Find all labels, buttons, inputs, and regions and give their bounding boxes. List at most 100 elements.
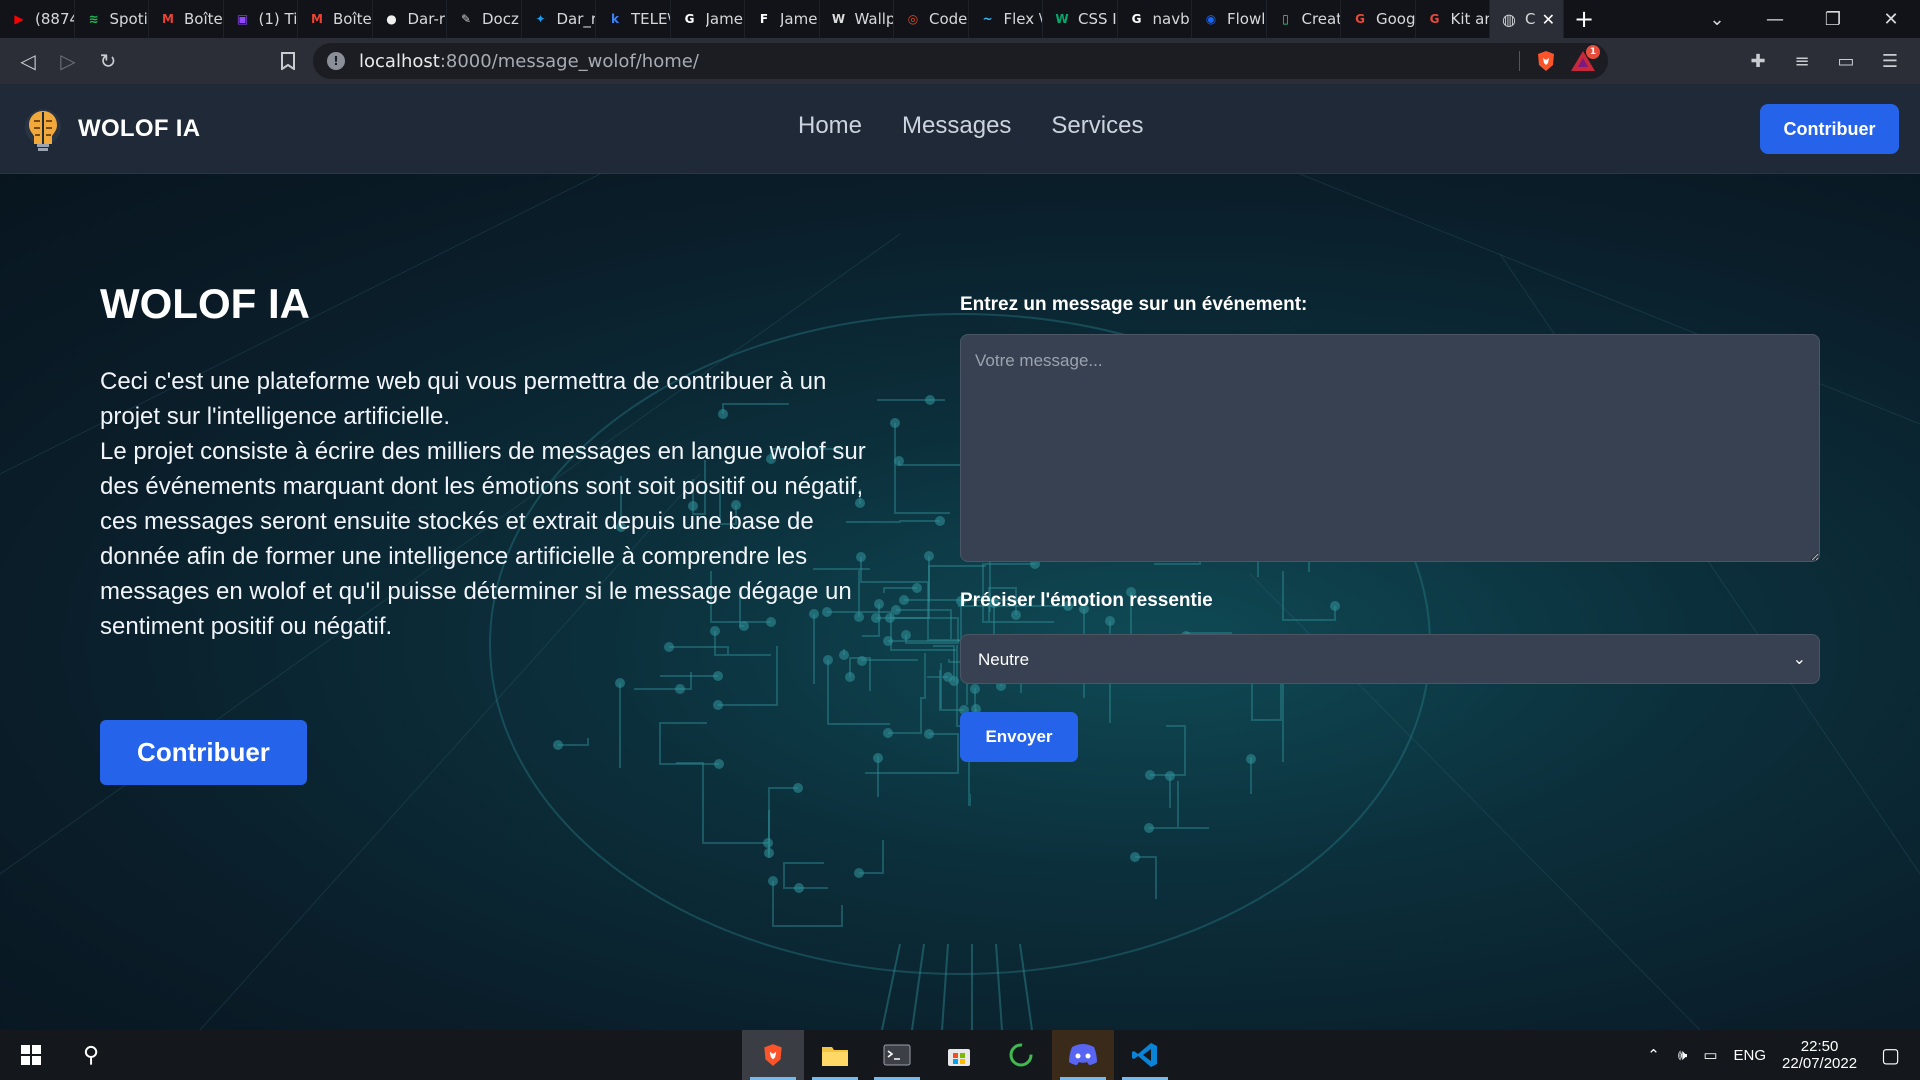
divider — [1519, 51, 1520, 71]
volume-icon[interactable]: 🕪 — [1678, 1047, 1687, 1064]
site-info-icon[interactable]: ! — [327, 52, 345, 70]
brand[interactable]: WOLOF IA — [22, 106, 200, 152]
taskbar-apps — [742, 1030, 1176, 1080]
wallet-icon[interactable]: ▭ — [1826, 41, 1866, 81]
tab-7[interactable]: ✦ Dar_r — [522, 0, 596, 38]
hero-description-text: Le projet consiste à écrire des milliers… — [100, 438, 866, 640]
bookmark-icon[interactable] — [268, 41, 308, 81]
clock[interactable]: 22:50 22/07/2022 — [1782, 1038, 1857, 1072]
tab-title: navb — [1152, 10, 1190, 28]
clock-date: 22/07/2022 — [1782, 1055, 1858, 1072]
minimize-button[interactable]: — — [1746, 9, 1804, 30]
tab-title: Creat — [1301, 10, 1341, 28]
tab-title: Jame — [780, 10, 818, 28]
grammarly-icon: G — [1429, 12, 1440, 26]
tab-6[interactable]: ✎ Docz — [447, 0, 522, 38]
reload-button[interactable]: ↻ — [88, 41, 128, 81]
w-icon: W — [831, 12, 846, 26]
windows-taskbar: ⚲ ⌃ 🕪 ▭ ENG 22:50 22/07/2022 ▢ — [0, 1030, 1920, 1080]
grammarly-icon: G — [1355, 12, 1365, 26]
menu-icon[interactable]: ☰ — [1870, 41, 1910, 81]
nav-messages[interactable]: Messages — [902, 112, 1011, 140]
tab-title: Goog — [1376, 10, 1415, 28]
tab-active[interactable]: ◍ C ✕ — [1490, 0, 1564, 38]
twitter-icon: ✦ — [535, 12, 546, 26]
tab-0[interactable]: ▶ (8874 — [0, 0, 75, 38]
restore-button[interactable]: ❐ — [1804, 9, 1862, 30]
system-tray: ⌃ 🕪 ▭ ENG 22:50 22/07/2022 ▢ — [1647, 1030, 1920, 1080]
tab-1[interactable]: ≋ Spoti — [75, 0, 149, 38]
twitch-icon: ▣ — [236, 12, 249, 26]
extensions-icon[interactable]: ✚ — [1738, 41, 1778, 81]
docz-icon: ✎ — [460, 12, 472, 26]
chevron-up-icon[interactable]: ⌃ — [1647, 1046, 1660, 1064]
forward-button[interactable]: ▷ — [48, 41, 88, 81]
tailwind-icon: ~ — [982, 12, 993, 26]
battery-icon[interactable]: ▭ — [1703, 1046, 1717, 1064]
tab-12[interactable]: ◎ Code — [894, 0, 969, 38]
nav-home[interactable]: Home — [798, 112, 862, 140]
nav-services[interactable]: Services — [1051, 112, 1143, 140]
tab-title: C — [1525, 10, 1536, 28]
navbar-contribute-button[interactable]: Contribuer — [1760, 104, 1899, 154]
tab-19[interactable]: G Kit ar — [1416, 0, 1490, 38]
language-indicator[interactable]: ENG — [1734, 1047, 1767, 1064]
new-tab-button[interactable]: + — [1564, 0, 1604, 38]
tab-title: Flex \ — [1003, 10, 1043, 28]
tab-search-chevron-icon[interactable]: ⌄ — [1688, 9, 1746, 30]
brave-rewards-icon[interactable]: 1 — [1570, 45, 1600, 73]
tab-13[interactable]: ~ Flex \ — [969, 0, 1043, 38]
hero-contribute-button[interactable]: Contribuer — [100, 720, 307, 785]
tab-title: Wallp — [854, 10, 894, 28]
url-text[interactable]: localhost:8000/message_wolof/home/ — [359, 51, 699, 72]
w3-icon: W — [1055, 12, 1069, 26]
search-icon[interactable]: ⚲ — [68, 1030, 114, 1080]
tab-4[interactable]: M Boîte — [298, 0, 373, 38]
close-window-button[interactable]: ✕ — [1862, 9, 1920, 30]
windows-start-icon[interactable] — [8, 1030, 54, 1080]
brand-name: WOLOF IA — [78, 115, 201, 142]
file-explorer-icon[interactable] — [804, 1030, 866, 1080]
tab-15[interactable]: Gnavb — [1118, 0, 1192, 38]
message-form: Entrez un message sur un événement: Préc… — [960, 294, 1820, 762]
store-icon[interactable] — [928, 1030, 990, 1080]
flowbite-icon: ◉ — [1205, 12, 1217, 26]
emotion-label: Préciser l'émotion ressentie — [960, 590, 1213, 611]
tab-11[interactable]: W Wallp — [820, 0, 894, 38]
spotify-icon: ≋ — [88, 12, 99, 26]
brave-icon[interactable] — [742, 1030, 804, 1080]
sync-icon[interactable] — [990, 1030, 1052, 1080]
tab-title: CSS I — [1078, 10, 1117, 28]
tab-8[interactable]: k TELE\ — [596, 0, 671, 38]
tab-title: (8874 — [35, 10, 74, 28]
tab-14[interactable]: W CSS I — [1043, 0, 1118, 38]
globe-icon: ◍ — [1502, 9, 1516, 29]
tab-2[interactable]: M Boîte — [149, 0, 224, 38]
tab-10[interactable]: F Jame — [745, 0, 820, 38]
notification-badge: 1 — [1586, 45, 1600, 59]
tab-9[interactable]: G Jame — [671, 0, 745, 38]
brave-shields-icon[interactable] — [1534, 49, 1558, 73]
notifications-icon[interactable]: ▢ — [1881, 1043, 1900, 1068]
tab-17[interactable]: ▯ Creat — [1267, 0, 1341, 38]
emotion-select[interactable]: Neutre — [960, 634, 1820, 684]
hero-title: WOLOF IA — [100, 280, 310, 327]
back-button[interactable]: ◁ — [8, 41, 48, 81]
address-bar[interactable]: ! localhost:8000/message_wolof/home/ 1 — [313, 43, 1608, 79]
playlist-icon[interactable]: ≡ — [1782, 41, 1822, 81]
vscode-icon[interactable] — [1114, 1030, 1176, 1080]
tab-18[interactable]: G Goog — [1341, 0, 1416, 38]
terminal-icon[interactable] — [866, 1030, 928, 1080]
submit-button[interactable]: Envoyer — [960, 712, 1078, 762]
main-nav: Home Messages Services — [798, 112, 1143, 140]
brain-logo-icon — [25, 109, 61, 151]
tab-5[interactable]: ● Dar-r — [373, 0, 447, 38]
hero-section: WOLOF IA Ceci c'est une plateforme web q… — [0, 174, 1920, 1030]
google-icon: G — [1131, 12, 1142, 26]
discord-icon[interactable] — [1052, 1030, 1114, 1080]
close-tab-icon[interactable]: ✕ — [1542, 10, 1555, 29]
message-textarea[interactable] — [960, 334, 1820, 562]
tab-title: Spoti — [109, 10, 148, 28]
tab-3[interactable]: ▣ (1) Ti — [224, 0, 298, 38]
tab-16[interactable]: ◉ Flowl — [1192, 0, 1267, 38]
